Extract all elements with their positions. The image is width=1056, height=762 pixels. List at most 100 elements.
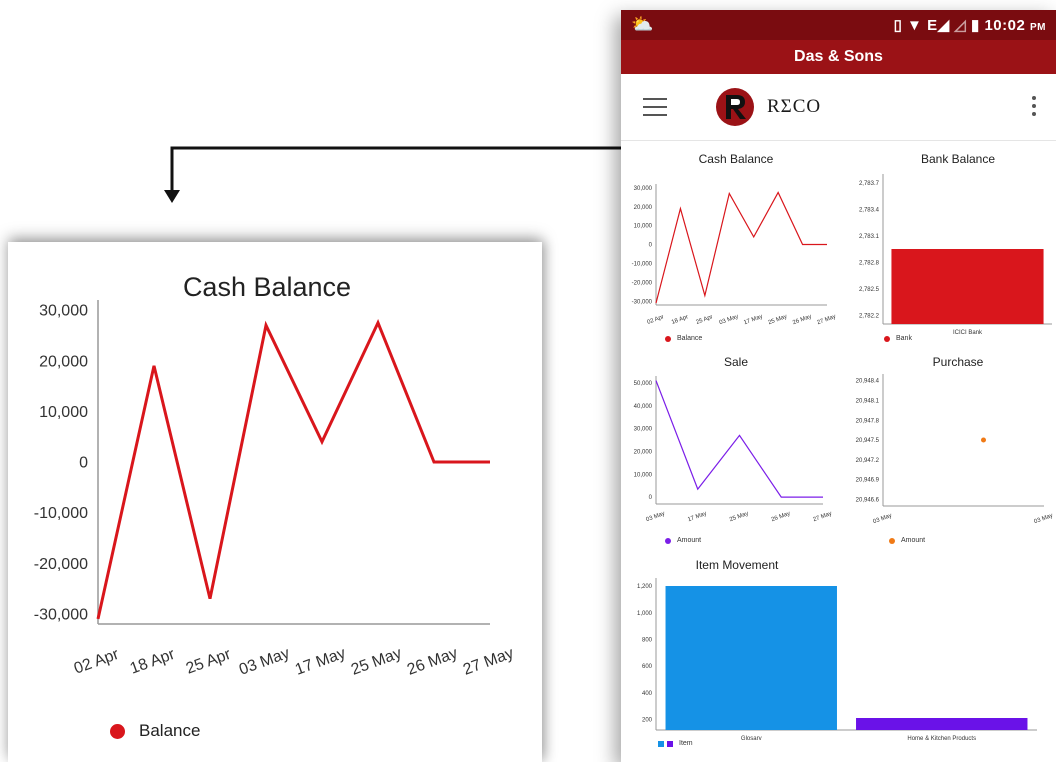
wifi-icon: ▼: [907, 17, 923, 34]
y-tick-label: 50,000: [634, 381, 653, 387]
y-tick-label: 20,946.6: [856, 498, 880, 504]
item-movement-legend-label: Item: [679, 740, 693, 747]
legend-square-purple: [667, 740, 673, 747]
x-tick-label: 27 May: [812, 511, 833, 523]
x-tick-label: 03 May: [1033, 513, 1054, 525]
purchase-legend: Amount: [889, 537, 925, 544]
y-tick-label: 2,782.2: [859, 313, 880, 319]
arrow-line: [170, 146, 657, 192]
cash-balance-title: Cash Balance: [698, 152, 774, 166]
x-tick-label: 03 May: [645, 511, 666, 523]
cash-balance-legend-label: Balance: [677, 335, 703, 342]
sale-title: Sale: [723, 355, 749, 369]
arrow-head: [164, 190, 180, 203]
legend-square-blue: [658, 740, 664, 747]
hamburger-menu-icon[interactable]: [643, 98, 667, 116]
x-tick-label: 02 Apr: [646, 314, 664, 326]
y-tick-label: 10,000: [634, 224, 653, 230]
sale-legend-label: Amount: [677, 537, 702, 544]
x-tick-label: Home & Kitchen Products: [907, 736, 976, 740]
bar: [891, 249, 1044, 324]
y-tick-label: 0: [649, 495, 653, 501]
y-tick-label: 20,947.5: [856, 438, 880, 444]
y-tick-label: 800: [642, 637, 653, 643]
y-tick-label: 20,000: [634, 450, 653, 456]
y-tick-label: 1,000: [637, 611, 653, 617]
y-tick-label: 2,782.8: [859, 260, 880, 266]
status-right: ▯ ▼ E◢ ◿ ▮ 10:02 PM: [894, 16, 1046, 34]
x-tick-label: Glosary: [741, 736, 762, 740]
item-movement-legend: Item: [658, 740, 693, 747]
status-bar: ⛅ ▯ ▼ E◢ ◿ ▮ 10:02 PM: [621, 10, 1056, 40]
data-point: [981, 437, 986, 443]
x-tick-label: 17 May: [687, 511, 708, 523]
y-tick-label: 200: [642, 717, 653, 723]
y-tick-label: 20,947.8: [856, 418, 880, 424]
vibrate-icon: ▯: [893, 17, 903, 34]
y-tick-label: 2,782.5: [859, 287, 880, 293]
y-tick-label: 30,000: [634, 427, 653, 433]
y-tick-label: 10,000: [634, 472, 653, 478]
sale-chart[interactable]: 50,000 40,000 30,000 20,000 10,000 0 03 May 17 …: [621, 368, 836, 528]
y-tick-label: -10,000: [632, 262, 653, 268]
battery-icon: ▮: [971, 17, 980, 34]
company-title: Das & Sons: [621, 40, 1056, 74]
x-tick-label: 25 May: [729, 511, 750, 523]
bank-balance-chart[interactable]: 2,783.7 2,783.4 2,783.1 2,782.8 2,782.5 2,782…: [839, 166, 1056, 334]
phone-screen: ⛅ ▯ ▼ E◢ ◿ ▮ 10:02 PM Das & Sons RΣCO Ca…: [621, 10, 1056, 762]
series-line-balance: [655, 191, 827, 304]
legend-dot: [665, 335, 671, 342]
purchase-chart[interactable]: 20,948.4 20,948.1 20,947.8 20,947.5 20,947.2…: [839, 368, 1056, 528]
y-tick-label: -30,000: [632, 299, 653, 305]
cash-balance-chart[interactable]: 30,000 20,000 10,000 0 -10,000 -20,000 -30,000…: [621, 166, 836, 334]
y-tick-label: 20,000: [634, 205, 653, 211]
x-tick-label: ICICI Bank: [953, 330, 983, 334]
x-tick-label: 03 May: [719, 314, 740, 326]
series-line-amount: [655, 380, 823, 498]
y-tick-label: 40,000: [634, 404, 653, 410]
y-tick-label: 2,783.7: [859, 181, 880, 187]
x-tick-label: 25 Apr: [695, 314, 713, 326]
bar: [856, 718, 1028, 730]
app-bar: RΣCO: [621, 74, 1056, 141]
purchase-title: Purchase: [932, 355, 984, 369]
y-tick-label: 600: [642, 664, 653, 670]
y-tick-label: 30,000: [634, 186, 653, 192]
clock: 10:02: [984, 17, 1026, 34]
legend-dot: [884, 335, 890, 342]
item-movement-chart[interactable]: 1,200 1,000 800 600 400 200 Glosary Home & Kitc…: [621, 572, 1056, 740]
y-tick-label: 0: [649, 243, 653, 249]
signal-empty-icon: ◿: [954, 17, 967, 34]
x-tick-label: 27 May: [816, 314, 836, 326]
y-tick-label: 1,200: [637, 584, 653, 590]
y-tick-label: 20,948.4: [856, 379, 880, 385]
signal-icon: ◢: [937, 17, 950, 34]
y-tick-label: 2,783.4: [859, 207, 880, 213]
cash-balance-legend: Balance: [665, 335, 702, 342]
reco-logo-text: RΣCO: [767, 96, 822, 117]
y-tick-label: 20,947.2: [856, 458, 880, 464]
y-tick-label: 20,948.1: [856, 399, 880, 405]
item-movement-title: Item Movement: [695, 558, 779, 572]
bank-balance-legend-label: Bank: [896, 335, 912, 342]
sun-cloud-icon: ⛅: [631, 14, 654, 34]
y-tick-label: -20,000: [632, 280, 653, 286]
network-type: E: [927, 17, 938, 34]
reco-logo-icon: [716, 88, 754, 126]
x-tick-label: 18 Apr: [671, 314, 689, 326]
y-tick-label: 20,946.9: [856, 478, 880, 484]
legend-dot: [665, 537, 671, 544]
sale-legend: Amount: [665, 537, 701, 544]
purchase-legend-label: Amount: [901, 537, 926, 544]
y-tick-label: 400: [642, 691, 653, 697]
more-vert-icon[interactable]: [1032, 96, 1038, 120]
x-tick-label: 26 May: [771, 511, 792, 523]
clock-ampm: PM: [1030, 22, 1046, 33]
x-tick-label: 03 May: [872, 513, 893, 525]
bank-balance-legend: Bank: [884, 335, 912, 342]
x-tick-label: 17 May: [743, 314, 764, 326]
x-tick-label: 25 May: [768, 314, 789, 326]
bank-balance-title: Bank Balance: [920, 152, 996, 166]
y-tick-label: 2,783.1: [859, 234, 880, 240]
x-tick-label: 26 May: [792, 314, 813, 326]
